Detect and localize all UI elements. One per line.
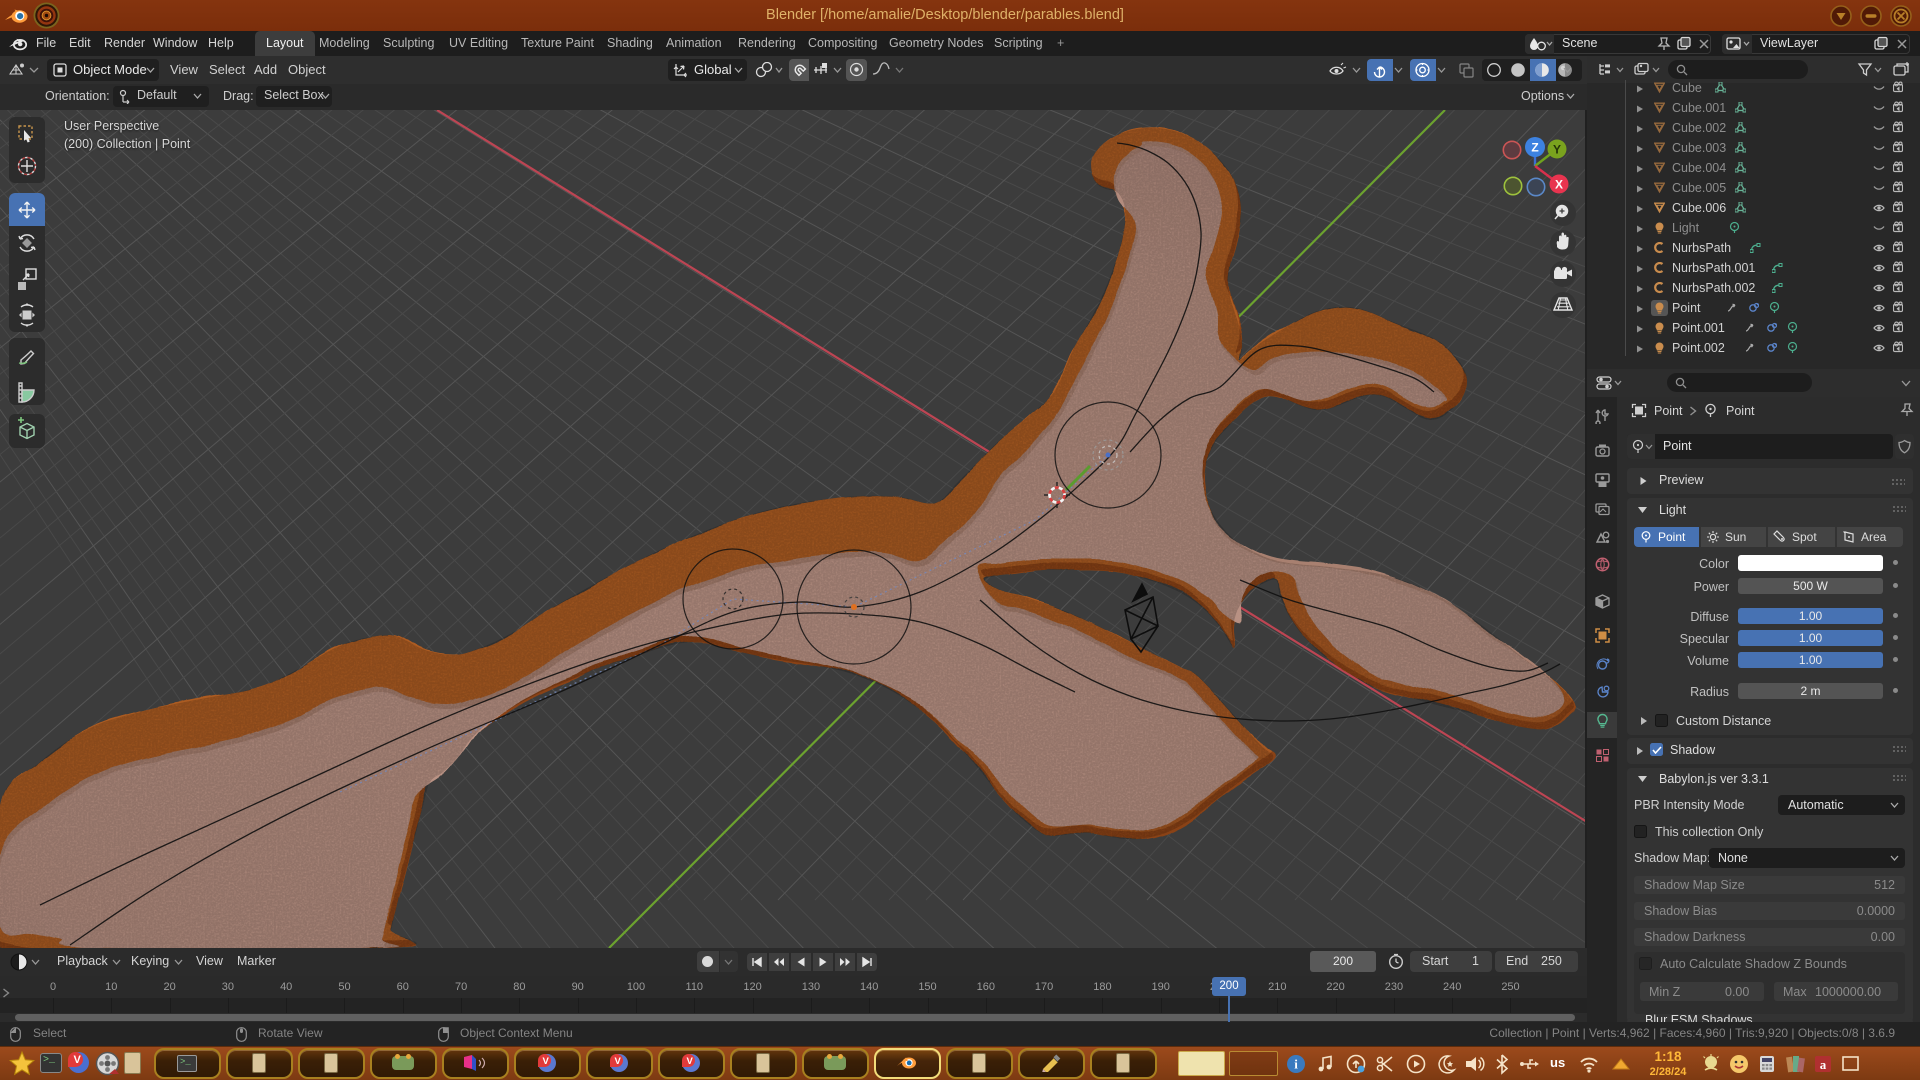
svg-text:X: X bbox=[1555, 178, 1563, 192]
svg-text:Y: Y bbox=[1553, 143, 1561, 157]
svg-text:i: i bbox=[1294, 1057, 1298, 1072]
svg-text:Z: Z bbox=[1531, 141, 1538, 155]
svg-text:a: a bbox=[1820, 1057, 1827, 1072]
